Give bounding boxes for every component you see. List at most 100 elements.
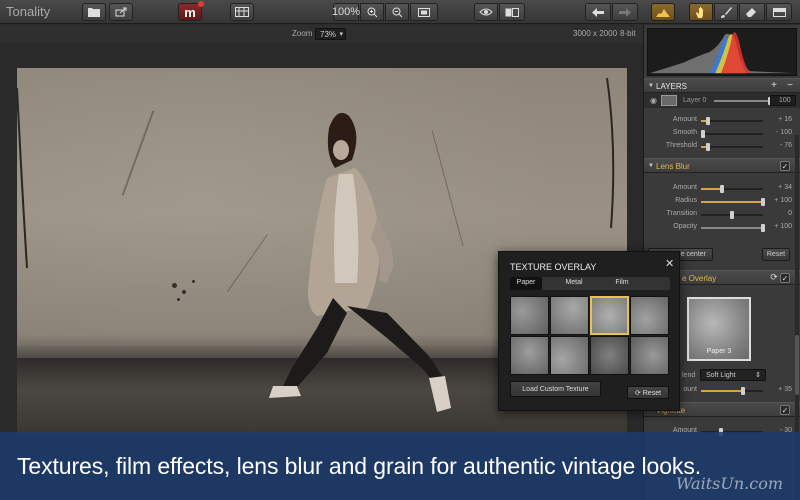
zoom-100-button[interactable]: 100% [331,3,361,21]
collapse-triangle-icon: ▼ [648,163,654,169]
panel-scroll-thumb[interactable] [795,335,799,395]
texture-swatch[interactable] [550,336,589,375]
param-value: + 34 [778,184,792,191]
param-value: + 16 [778,116,792,123]
lens-blur-enable-checkbox[interactable]: ✓ [780,161,790,171]
zoom-label: Zoom [292,29,313,38]
main-toolbar: Tonality m 100% [0,0,800,24]
texture-thumb-label: Paper 3 [706,348,732,355]
popup-reset-label: Reset [642,390,662,397]
hand-tool-icon [696,6,706,18]
open-folder-icon [88,7,100,17]
layer-opacity-slider[interactable] [654,94,774,107]
tab-metal[interactable]: Metal [558,277,590,290]
tab-paper[interactable]: Paper [510,277,542,290]
texture-swatch[interactable] [510,296,549,335]
texture-swatch[interactable] [630,296,669,335]
blend-mode-select[interactable]: Soft Light ⇕ [700,369,766,381]
eraser-tool-icon [746,7,758,17]
eraser-tool-button[interactable] [739,3,765,21]
hand-tool-button[interactable] [689,3,713,21]
lens-blur-title: Lens Blur [656,162,690,171]
bit-depth: 8-bit [620,29,636,38]
layout-button[interactable] [230,3,254,21]
zoom-100-label: 100% [331,6,361,18]
blend-label: lend [682,372,696,379]
zoom-in-button[interactable] [360,3,384,21]
param-label: Radius [675,197,697,204]
m-plugin-button[interactable]: m [178,1,204,21]
param-value: - 76 [779,142,792,149]
param-label: Amount [672,116,697,123]
lens-blur-section-header[interactable]: ▼ Lens Blur ✓ [644,158,800,173]
texture-overlay-popup: TEXTURE OVERLAY ✕ Paper Metal Film Load … [498,251,680,411]
texture-enable-checkbox[interactable]: ✓ [780,273,790,283]
add-layer-button[interactable]: + [768,80,780,92]
histogram-view-button[interactable] [651,3,675,21]
texture-swatch[interactable] [590,336,629,375]
m-plugin-icon: m [184,4,196,20]
chevron-updown-icon: ⇕ [755,372,761,379]
refresh-icon[interactable]: ⟳ [768,272,780,284]
lens-blur-reset-button[interactable]: Reset [762,248,790,261]
collapse-triangle-icon: ▼ [648,83,654,89]
lens-blur-radius-slider[interactable]: Radius + 100 [644,195,800,208]
close-icon[interactable]: ✕ [665,257,674,270]
image-dimensions: 3000 x 2000 [573,29,618,38]
undo-button[interactable] [585,3,611,21]
caption-text: Textures, film effects, lens blur and gr… [17,453,702,479]
layer-row[interactable]: ◉ Layer 0 100 [644,93,800,108]
preview-eye-icon [479,8,493,16]
zoom-select[interactable]: 73% ▾ [315,28,346,40]
texture-thumbnail[interactable]: Paper 3 [687,297,751,361]
lens-blur-amount-slider[interactable]: Amount + 34 [644,182,800,195]
brush-tool-button[interactable] [714,3,738,21]
remove-layer-button[interactable]: − [784,80,796,92]
popup-reset-button[interactable]: ⟳ Reset [627,386,669,399]
layer-opacity-value[interactable]: 100 [770,95,796,106]
preview-toggle-button[interactable] [474,3,498,21]
open-file-button[interactable] [82,3,106,21]
share-button[interactable] [109,3,133,21]
grain-threshold-slider[interactable]: Threshold - 76 [644,140,800,153]
popup-title: TEXTURE OVERLAY [510,262,597,272]
app-title: Tonality [6,4,51,19]
param-value: + 100 [774,197,792,204]
param-label: Transition [666,210,697,217]
lens-blur-opacity-slider[interactable]: Opacity + 100 [644,221,800,234]
load-custom-texture-button[interactable]: Load Custom Texture [510,381,601,397]
param-label: Amount [672,184,697,191]
fit-screen-button[interactable] [410,3,438,21]
redo-button[interactable] [612,3,638,21]
grain-amount-slider[interactable]: Amount + 16 [644,114,800,127]
layers-section-header[interactable]: ▼ LAYERS + − [644,78,800,93]
tab-film[interactable]: Film [606,277,638,290]
refresh-icon: ⟳ [634,390,643,397]
param-label: Threshold [665,142,697,149]
texture-swatch-selected[interactable] [590,296,629,335]
brush-tool-icon [720,6,732,18]
histogram [647,28,797,76]
zoom-out-button[interactable] [385,3,409,21]
notification-dot [198,1,204,7]
lens-blur-transition-slider[interactable]: Transition 0 [644,208,800,221]
texture-swatch[interactable] [510,336,549,375]
texture-swatch[interactable] [550,296,589,335]
chevron-down-icon: ▾ [339,31,343,38]
compare-button[interactable] [499,3,525,21]
zoom-in-icon [367,7,378,18]
zoom-out-icon [392,7,403,18]
gradient-tool-icon [772,7,786,17]
vignette-enable-checkbox[interactable]: ✓ [780,405,790,415]
texture-swatch[interactable] [630,336,669,375]
gradient-tool-button[interactable] [766,3,792,21]
blend-mode-value: Soft Light [706,372,736,379]
param-label: Smooth [672,129,697,136]
fit-screen-icon [418,7,430,17]
layout-icon [235,7,249,17]
zoom-bar: Zoom 73% ▾ 3000 x 2000 8-bit [0,25,643,43]
layers-title: LAYERS [656,82,687,91]
watermark: WaitsUn.com [676,474,783,493]
grain-smooth-slider[interactable]: Smooth - 100 [644,127,800,140]
share-icon [115,7,127,17]
